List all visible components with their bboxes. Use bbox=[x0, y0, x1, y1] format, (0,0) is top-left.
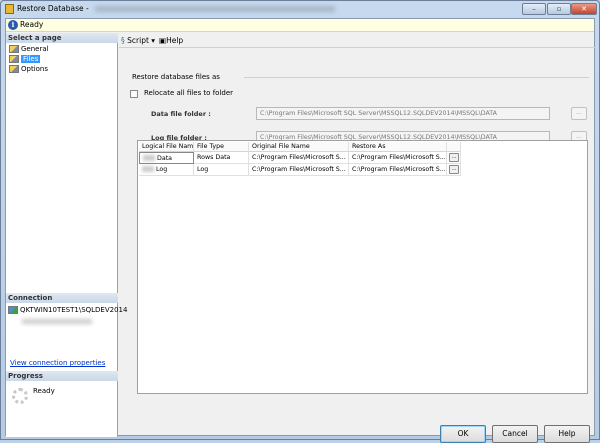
table-row[interactable]: Log Log C:\Program Files\Microsoft S... … bbox=[139, 164, 461, 176]
window-title: Restore Database - bbox=[17, 4, 336, 13]
col-browse bbox=[447, 142, 461, 152]
cell-restore[interactable]: C:\Program Files\Microsoft S... bbox=[349, 152, 447, 164]
cell-logical[interactable]: Data bbox=[139, 152, 194, 164]
cell-original: C:\Program Files\Microsoft S... bbox=[249, 164, 349, 176]
logical-text: Data bbox=[157, 155, 173, 162]
relocate-checkbox[interactable] bbox=[130, 90, 138, 98]
page-files[interactable]: Files bbox=[8, 54, 41, 64]
cell-restore[interactable]: C:\Program Files\Microsoft S... bbox=[349, 164, 447, 176]
help-dialog-button[interactable]: Help bbox=[544, 425, 590, 443]
files-grid: Logical File Name File Type Original Fil… bbox=[137, 140, 588, 394]
left-pane: Select a page General Files Options Conn… bbox=[6, 33, 127, 437]
cancel-button[interactable]: Cancel bbox=[492, 425, 538, 443]
script-label: Script bbox=[127, 36, 149, 45]
window-title-text: Restore Database - bbox=[17, 4, 92, 13]
cell-type: Rows Data bbox=[194, 152, 249, 164]
title-bar[interactable]: Restore Database - – ▫ ✕ bbox=[1, 1, 599, 18]
script-button[interactable]: § Script ▾ bbox=[121, 35, 155, 46]
col-type[interactable]: File Type bbox=[194, 142, 249, 152]
status-bar: i Ready bbox=[6, 19, 594, 32]
restore-browse-button[interactable]: ... bbox=[449, 153, 459, 162]
group-divider bbox=[244, 77, 589, 78]
minimize-button[interactable]: – bbox=[522, 3, 546, 15]
cell-original: C:\Program Files\Microsoft S... bbox=[249, 152, 349, 164]
restore-browse-button[interactable]: ... bbox=[449, 165, 459, 174]
col-restore[interactable]: Restore As bbox=[349, 142, 447, 152]
page-general[interactable]: General bbox=[8, 44, 49, 54]
progress-header: Progress bbox=[6, 371, 118, 381]
page-label: Files bbox=[21, 55, 41, 63]
table-row[interactable]: Data Rows Data C:\Program Files\Microsof… bbox=[139, 152, 461, 164]
group-label: Restore database files as bbox=[132, 73, 220, 81]
cell-logical[interactable]: Log bbox=[139, 164, 194, 176]
close-button[interactable]: ✕ bbox=[571, 3, 597, 15]
cell-type: Log bbox=[194, 164, 249, 176]
redacted-title bbox=[95, 6, 336, 12]
cell-browse: ... bbox=[447, 152, 461, 164]
logical-text: Log bbox=[156, 166, 168, 173]
select-page-header: Select a page bbox=[6, 33, 118, 43]
page-label: General bbox=[21, 45, 49, 53]
status-text: Ready bbox=[20, 20, 44, 29]
server-text: QKTWIN10TEST1\SQLDEV2014 bbox=[20, 306, 128, 314]
help-button[interactable]: ▣Help bbox=[159, 35, 183, 46]
progress-status: Ready bbox=[33, 387, 55, 395]
server-icon bbox=[8, 306, 18, 314]
server-name: QKTWIN10TEST1\SQLDEV2014 bbox=[7, 305, 127, 315]
chevron-down-icon: ▾ bbox=[151, 36, 156, 45]
files-page: § Script ▾ ▣Help Restore database files … bbox=[119, 33, 595, 443]
col-original[interactable]: Original File Name bbox=[249, 142, 349, 152]
cell-browse: ... bbox=[447, 164, 461, 176]
restore-database-window: Restore Database - – ▫ ✕ i Ready Select … bbox=[0, 0, 600, 443]
page-options[interactable]: Options bbox=[8, 64, 48, 74]
maximize-button[interactable]: ▫ bbox=[547, 3, 571, 15]
page-label: Options bbox=[21, 65, 49, 73]
view-connection-properties-link[interactable]: View connection properties bbox=[10, 359, 105, 367]
page-icon bbox=[9, 45, 19, 53]
data-folder-input[interactable]: C:\Program Files\Microsoft SQL Server\MS… bbox=[256, 107, 550, 120]
ok-button[interactable]: OK bbox=[440, 425, 486, 443]
app-icon bbox=[5, 4, 14, 14]
redacted bbox=[142, 166, 154, 172]
info-icon: i bbox=[8, 20, 18, 30]
progress-spinner-icon bbox=[12, 388, 28, 404]
page-icon bbox=[9, 65, 19, 73]
toolbar: § Script ▾ ▣Help bbox=[119, 33, 595, 48]
help-label: Help bbox=[166, 36, 184, 45]
script-icon: § bbox=[121, 36, 125, 45]
data-folder-label: Data file folder : bbox=[151, 110, 211, 118]
relocate-label: Relocate all files to folder bbox=[144, 89, 234, 97]
dialog-client: i Ready Select a page General Files Opti… bbox=[5, 18, 595, 443]
redacted bbox=[143, 155, 155, 161]
redacted-user bbox=[22, 319, 92, 324]
connection-header: Connection bbox=[6, 293, 118, 303]
data-folder-browse-button[interactable]: ... bbox=[571, 107, 587, 120]
col-logical[interactable]: Logical File Name bbox=[139, 142, 194, 152]
page-icon bbox=[9, 55, 19, 63]
